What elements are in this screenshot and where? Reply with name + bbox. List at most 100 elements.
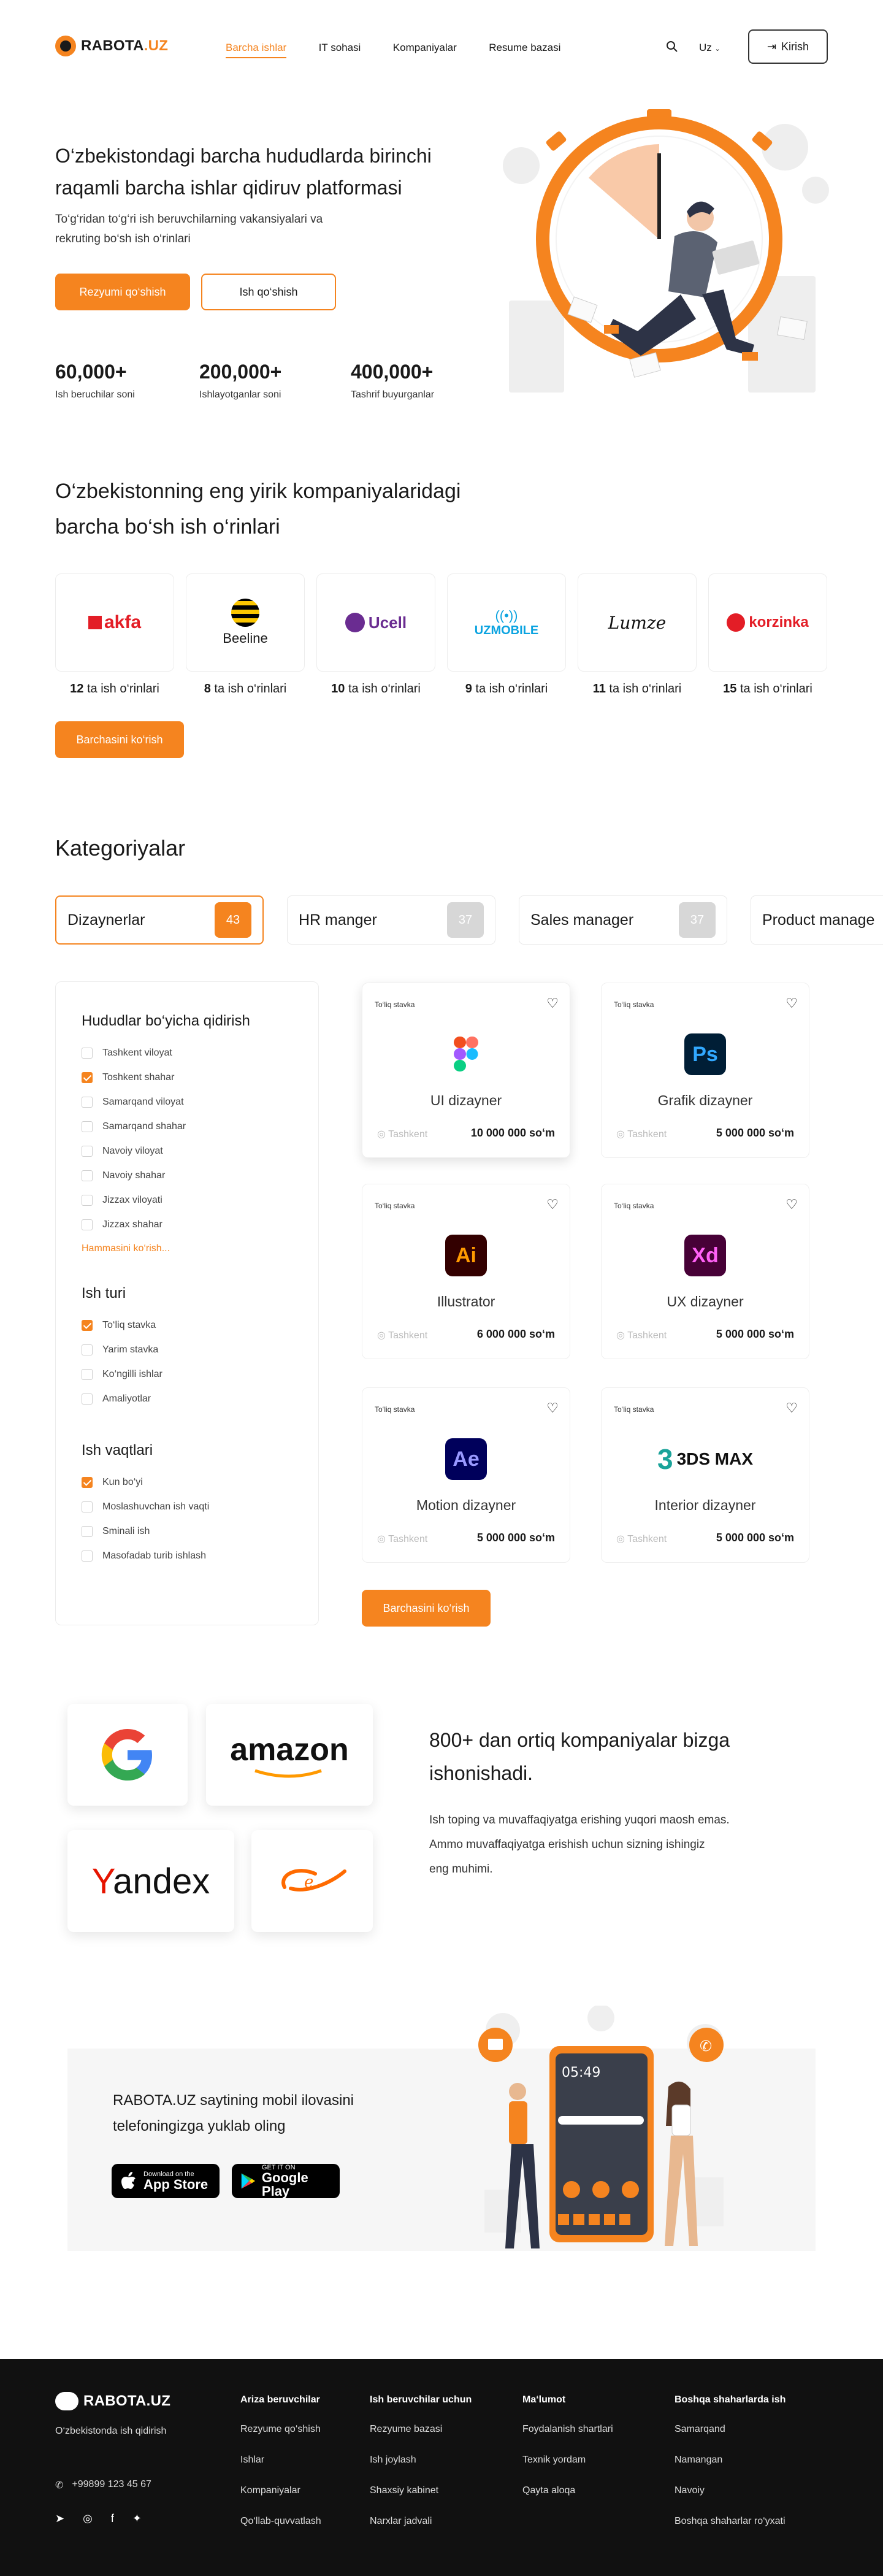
footer-phone[interactable]: ✆ +99899 123 45 67 — [55, 2479, 151, 2491]
twitter-icon[interactable]: ✦ — [132, 2512, 142, 2525]
filter-region-option[interactable]: Tashkent viloyat — [82, 1041, 292, 1065]
filter-type-option[interactable]: To‘liq stavka — [82, 1313, 292, 1338]
tab-designers[interactable]: Dizaynerlar 43 — [55, 895, 264, 945]
nav-it[interactable]: IT sohasi — [319, 42, 361, 53]
checkbox-checked[interactable] — [82, 1072, 93, 1083]
work-time-filter: Ish vaqtlari Kun bo‘yi Moslashuvchan ish… — [82, 1442, 292, 1568]
logo[interactable]: RABOTA.UZ — [55, 36, 168, 56]
heart-icon[interactable]: ♡ — [546, 1197, 559, 1213]
checkbox-checked[interactable] — [82, 1477, 93, 1488]
tab-hr-manager[interactable]: HR manger 37 — [287, 895, 495, 945]
footer-link[interactable]: Rezyume qo‘shish — [240, 2424, 321, 2435]
footer-link[interactable]: Samarqand — [675, 2424, 786, 2435]
checkbox[interactable] — [82, 1526, 93, 1537]
footer-link[interactable]: Namangan — [675, 2455, 786, 2466]
job-card[interactable]: To‘liq stavka ♡ Ae Motion dizayner ◎ Tas… — [362, 1387, 570, 1563]
job-card[interactable]: To‘liq stavka ♡ Ps Grafik dizayner ◎ Tas… — [601, 983, 809, 1158]
footer-logo[interactable]: RABOTA.UZ — [55, 2392, 170, 2410]
company-ucell-count: 10 ta ish o‘rinlari — [331, 682, 421, 696]
facebook-icon[interactable]: f — [111, 2512, 114, 2525]
tab-product-manager[interactable]: Product manage — [751, 895, 883, 945]
categories-title: Kategoriyalar — [55, 835, 186, 861]
nav-resume[interactable]: Resume bazasi — [489, 42, 560, 53]
footer-link[interactable]: Texnik yordam — [522, 2455, 613, 2466]
footer-link[interactable]: Navoiy — [675, 2485, 786, 2496]
footer-link[interactable]: Ishlar — [240, 2455, 321, 2466]
apple-icon — [121, 2172, 136, 2189]
heart-icon[interactable]: ♡ — [546, 995, 559, 1011]
3dsmax-icon: 3 3DS MAX — [657, 1443, 754, 1475]
company-ucell[interactable]: Ucell — [316, 573, 435, 672]
heart-icon[interactable]: ♡ — [546, 1400, 559, 1416]
filter-region-option[interactable]: Toshkent shahar — [82, 1065, 292, 1090]
footer-link[interactable]: Boshqa shaharlar ro‘yxati — [675, 2516, 786, 2527]
footer-link[interactable]: Qayta aloqa — [522, 2485, 613, 2496]
filter-panel: Hududlar bo‘yicha qidirish Tashkent vilo… — [55, 981, 319, 1625]
heart-icon[interactable]: ♡ — [786, 1197, 798, 1213]
filter-time-option[interactable]: Kun bo‘yi — [82, 1470, 292, 1495]
filter-time-option[interactable]: Sminali ish — [82, 1519, 292, 1544]
company-uzmobile[interactable]: ((•)) UZMOBILE — [447, 573, 566, 672]
job-card[interactable]: To‘liq stavka ♡ 3 3DS MAX Interior dizayn… — [601, 1387, 809, 1563]
checkbox[interactable] — [82, 1344, 93, 1355]
checkbox-checked[interactable] — [82, 1320, 93, 1331]
filter-region-option[interactable]: Jizzax viloyati — [82, 1188, 292, 1213]
hero-illustration — [503, 109, 829, 393]
checkbox[interactable] — [82, 1195, 93, 1206]
companies-see-all-button[interactable]: Barchasini ko‘rish — [55, 721, 184, 758]
login-button[interactable]: ⇥ Kirish — [748, 29, 828, 64]
filter-type-option[interactable]: Yarim stavka — [82, 1338, 292, 1362]
job-title: UI dizayner — [430, 1092, 502, 1108]
filter-time-option[interactable]: Moslashuvchan ish vaqti — [82, 1495, 292, 1519]
checkbox[interactable] — [82, 1369, 93, 1380]
checkbox[interactable] — [82, 1170, 93, 1181]
job-card[interactable]: To‘liq stavka ♡ UI dizayner ◎ Tashkent 1… — [362, 983, 570, 1158]
filter-region-option[interactable]: Navoiy viloyat — [82, 1139, 292, 1163]
checkbox[interactable] — [82, 1146, 93, 1157]
filter-region-option[interactable]: Navoiy shahar — [82, 1163, 292, 1188]
filter-region-option[interactable]: Jizzax shahar — [82, 1213, 292, 1237]
heart-icon[interactable]: ♡ — [786, 995, 798, 1011]
telegram-icon[interactable]: ➤ — [55, 2512, 64, 2525]
footer-link[interactable]: Foydalanish shartlari — [522, 2424, 613, 2435]
company-beeline[interactable]: Beeline — [186, 573, 305, 672]
filter-type-option[interactable]: Amaliyotlar — [82, 1387, 292, 1411]
add-job-button[interactable]: Ish qo‘shish — [201, 274, 336, 310]
filter-region-option[interactable]: Samarqand shahar — [82, 1114, 292, 1139]
footer-link[interactable]: Qo‘llab-quvvatlash — [240, 2516, 321, 2527]
nav-all-jobs[interactable]: Barcha ishlar — [226, 42, 287, 58]
app-store-button[interactable]: Download on the App Store — [112, 2164, 220, 2198]
instagram-icon[interactable]: ◎ — [83, 2512, 93, 2525]
checkbox[interactable] — [82, 1219, 93, 1230]
footer-link[interactable]: Ish joylash — [370, 2455, 472, 2466]
filter-type-option[interactable]: Ko‘ngilli ishlar — [82, 1362, 292, 1387]
footer-link[interactable]: Rezyume bazasi — [370, 2424, 472, 2435]
company-akfa[interactable]: akfa — [55, 573, 174, 672]
show-all-regions-link[interactable]: Hammasini ko‘rish... — [82, 1243, 292, 1254]
company-korzinka[interactable]: korzinka — [708, 573, 827, 672]
checkbox[interactable] — [82, 1048, 93, 1059]
checkbox[interactable] — [82, 1097, 93, 1108]
filter-region-option[interactable]: Samarqand viloyat — [82, 1090, 292, 1114]
nav-companies[interactable]: Kompaniyalar — [393, 42, 457, 53]
job-card[interactable]: To‘liq stavka ♡ Ai Illustrator ◎ Tashken… — [362, 1184, 570, 1359]
footer-col-applicants: Ariza beruvchilar Rezyume qo‘shish Ishla… — [240, 2394, 321, 2527]
google-play-button[interactable]: GET IT ON Google Play — [232, 2164, 340, 2198]
tab-sales-manager[interactable]: Sales manager 37 — [519, 895, 727, 945]
filter-time-option[interactable]: Masofadab turib ishlash — [82, 1544, 292, 1568]
checkbox[interactable] — [82, 1501, 93, 1512]
jobs-see-all-button[interactable]: Barchasini ko‘rish — [362, 1590, 491, 1627]
footer-link[interactable]: Kompaniyalar — [240, 2485, 321, 2496]
checkbox[interactable] — [82, 1551, 93, 1562]
heart-icon[interactable]: ♡ — [786, 1400, 798, 1416]
search-icon[interactable] — [666, 40, 678, 56]
job-card[interactable]: To‘liq stavka ♡ Xd UX dizayner ◎ Tashken… — [601, 1184, 809, 1359]
company-lumze[interactable]: Lumze — [578, 573, 697, 672]
footer-link[interactable]: Shaxsiy kabinet — [370, 2485, 472, 2496]
checkbox[interactable] — [82, 1121, 93, 1132]
logo-icon — [55, 36, 76, 56]
checkbox[interactable] — [82, 1393, 93, 1405]
language-select[interactable]: Uz ⌄ — [699, 42, 721, 54]
footer-link[interactable]: Narxlar jadvali — [370, 2516, 472, 2527]
add-resume-button[interactable]: Rezyumi qo‘shish — [55, 274, 190, 310]
